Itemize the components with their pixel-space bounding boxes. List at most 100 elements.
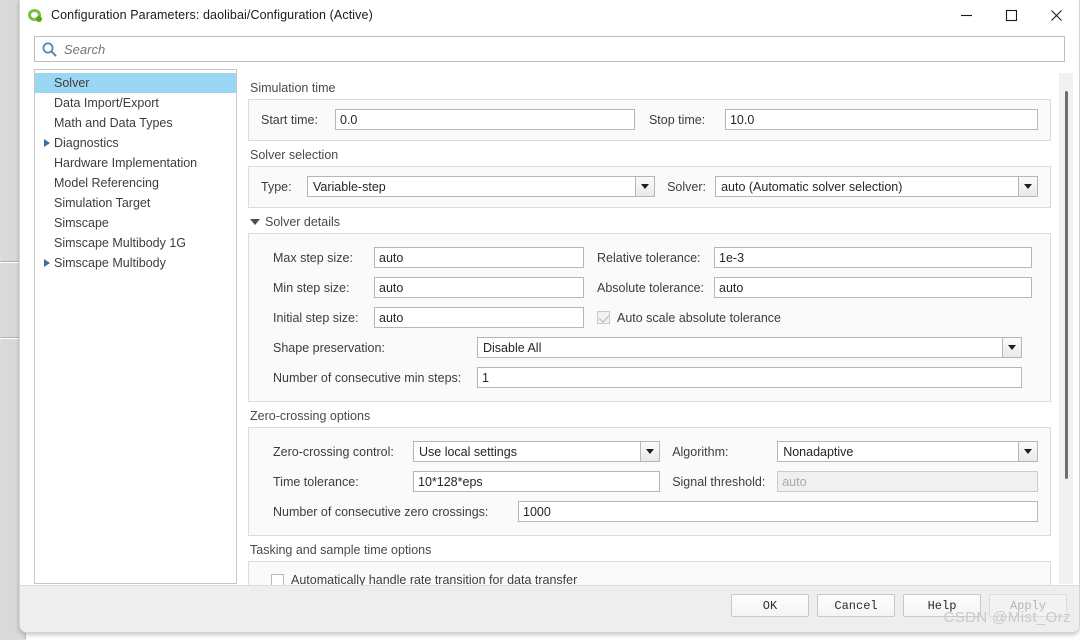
sidebar-item-simscape-multibody-1g[interactable]: Simscape Multibody 1G: [35, 233, 236, 253]
solver-details-section-label: Solver details: [265, 215, 341, 229]
sidebar-item-label: Data Import/Export: [54, 96, 159, 110]
window-controls: [944, 0, 1079, 31]
min-step-size-label: Min step size:: [273, 280, 350, 295]
sidebar-item-label: Simscape Multibody 1G: [54, 236, 187, 250]
search-row: [20, 31, 1079, 69]
tasking-section-label: Tasking and sample time options: [250, 543, 432, 557]
absolute-tolerance-label: Absolute tolerance:: [597, 280, 705, 295]
algorithm-value: Nonadaptive: [783, 444, 854, 459]
apply-button: Apply: [989, 594, 1067, 617]
signal-threshold-label: Signal threshold:: [672, 474, 766, 489]
solver-details-panel: Max step size: Relative tolerance: Min s…: [248, 233, 1051, 402]
chevron-down-icon[interactable]: [1002, 338, 1021, 357]
stop-time-label: Stop time:: [648, 112, 706, 127]
start-time-label: Start time:: [261, 112, 318, 127]
sidebar-item-label: Math and Data Types: [54, 116, 173, 130]
algorithm-label: Algorithm:: [672, 444, 729, 459]
solver-details-section-toggle[interactable]: Solver details: [250, 215, 1051, 229]
solver-type-dropdown[interactable]: Variable-step: [307, 176, 656, 197]
initial-step-size-label: Initial step size:: [273, 310, 359, 325]
signal-threshold-input: [777, 471, 1038, 492]
shape-preservation-label: Shape preservation:: [273, 340, 385, 355]
sidebar-item-label: Simulation Target: [54, 196, 151, 210]
settings-content-wrap: Simulation time Start time: Stop time: S…: [248, 69, 1079, 590]
auto-scale-absolute-tolerance-checkbox[interactable]: [597, 311, 610, 324]
sidebar-item-simscape[interactable]: Simscape: [35, 213, 236, 233]
content-scrollbar[interactable]: [1059, 73, 1073, 584]
sidebar-item-data-import-export[interactable]: Data Import/Export: [35, 93, 236, 113]
solver-selection-panel: Type: Variable-step Solver: auto (Automa…: [248, 166, 1051, 208]
consecutive-zero-crossings-label: Number of consecutive zero crossings:: [273, 504, 489, 519]
zero-crossing-control-value: Use local settings: [419, 444, 517, 459]
min-step-size-input[interactable]: [374, 277, 584, 298]
max-step-size-input[interactable]: [374, 247, 584, 268]
dialog-footer: OK Cancel Help Apply CSDN @Mist_Orz: [20, 585, 1079, 632]
sidebar-item-label: Model Referencing: [54, 176, 159, 190]
cancel-button[interactable]: Cancel: [817, 594, 895, 617]
solver-label: Solver:: [667, 179, 706, 194]
chevron-right-icon[interactable]: [39, 139, 54, 147]
chevron-down-icon[interactable]: [1018, 177, 1037, 196]
configuration-parameters-dialog: Configuration Parameters: daolibai/Confi…: [19, 0, 1080, 633]
window-title: Configuration Parameters: daolibai/Confi…: [51, 8, 373, 22]
minimize-icon[interactable]: [944, 0, 989, 31]
zero-crossing-control-dropdown[interactable]: Use local settings: [413, 441, 661, 462]
sidebar-item-model-referencing[interactable]: Model Referencing: [35, 173, 236, 193]
shape-preservation-value: Disable All: [483, 340, 542, 355]
sidebar-item-label: Simscape: [54, 216, 109, 230]
settings-tree[interactable]: Solver Data Import/Export Math and Data …: [34, 69, 237, 584]
solver-settings-pane: Simulation time Start time: Stop time: S…: [248, 69, 1051, 590]
absolute-tolerance-input[interactable]: [714, 277, 1032, 298]
max-step-size-label: Max step size:: [273, 250, 353, 265]
type-label: Type:: [261, 179, 292, 194]
dialog-body: Solver Data Import/Export Math and Data …: [20, 69, 1079, 590]
chevron-right-icon[interactable]: [39, 259, 54, 267]
time-tolerance-input[interactable]: [413, 471, 661, 492]
simulink-icon: [27, 7, 43, 23]
search-input[interactable]: [64, 38, 1064, 60]
background-window-strip: [0, 0, 26, 640]
chevron-down-icon[interactable]: [640, 442, 660, 461]
content-scrollbar-thumb[interactable]: [1065, 91, 1068, 479]
sidebar-item-solver[interactable]: Solver: [35, 73, 236, 93]
solver-type-value: Variable-step: [313, 179, 386, 194]
solver-value: auto (Automatic solver selection): [721, 179, 903, 194]
consecutive-min-steps-label: Number of consecutive min steps:: [273, 370, 462, 385]
time-tolerance-label: Time tolerance:: [273, 474, 359, 489]
consecutive-zero-crossings-input[interactable]: [518, 501, 1038, 522]
solver-dropdown[interactable]: auto (Automatic solver selection): [715, 176, 1038, 197]
chevron-down-icon: [250, 219, 260, 225]
consecutive-min-steps-input[interactable]: [477, 367, 1022, 388]
auto-scale-absolute-tolerance-label: Auto scale absolute tolerance: [617, 310, 781, 325]
ok-button[interactable]: OK: [731, 594, 809, 617]
footer-button-group: OK Cancel Help Apply: [731, 594, 1067, 617]
help-button[interactable]: Help: [903, 594, 981, 617]
stop-time-input[interactable]: [724, 109, 1038, 130]
close-icon[interactable]: [1034, 0, 1079, 31]
chevron-down-icon[interactable]: [1018, 442, 1037, 461]
search-icon: [41, 41, 58, 58]
sidebar-item-hardware-implementation[interactable]: Hardware Implementation: [35, 153, 236, 173]
zero-crossing-panel: Zero-crossing control: Use local setting…: [248, 427, 1051, 536]
zero-crossing-control-label: Zero-crossing control:: [273, 444, 394, 459]
maximize-icon[interactable]: [989, 0, 1034, 31]
initial-step-size-input[interactable]: [374, 307, 584, 328]
relative-tolerance-label: Relative tolerance:: [597, 250, 701, 265]
title-bar: Configuration Parameters: daolibai/Confi…: [20, 0, 1079, 31]
sidebar-item-simscape-multibody[interactable]: Simscape Multibody: [35, 253, 236, 273]
search-box[interactable]: [34, 36, 1065, 62]
sidebar-item-diagnostics[interactable]: Diagnostics: [35, 133, 236, 153]
simulation-time-panel: Start time: Stop time:: [248, 99, 1051, 141]
chevron-down-icon[interactable]: [635, 177, 655, 196]
sidebar-item-label: Simscape Multibody: [54, 256, 166, 270]
sidebar-item-label: Diagnostics: [54, 136, 119, 150]
sidebar-item-label: Hardware Implementation: [54, 156, 198, 170]
sidebar-item-math-and-data-types[interactable]: Math and Data Types: [35, 113, 236, 133]
start-time-input[interactable]: [335, 109, 635, 130]
relative-tolerance-input[interactable]: [714, 247, 1032, 268]
algorithm-dropdown[interactable]: Nonadaptive: [777, 441, 1038, 462]
solver-selection-section-label: Solver selection: [250, 148, 339, 162]
zero-crossing-section-label: Zero-crossing options: [250, 409, 371, 423]
sidebar-item-simulation-target[interactable]: Simulation Target: [35, 193, 236, 213]
shape-preservation-dropdown[interactable]: Disable All: [477, 337, 1022, 358]
